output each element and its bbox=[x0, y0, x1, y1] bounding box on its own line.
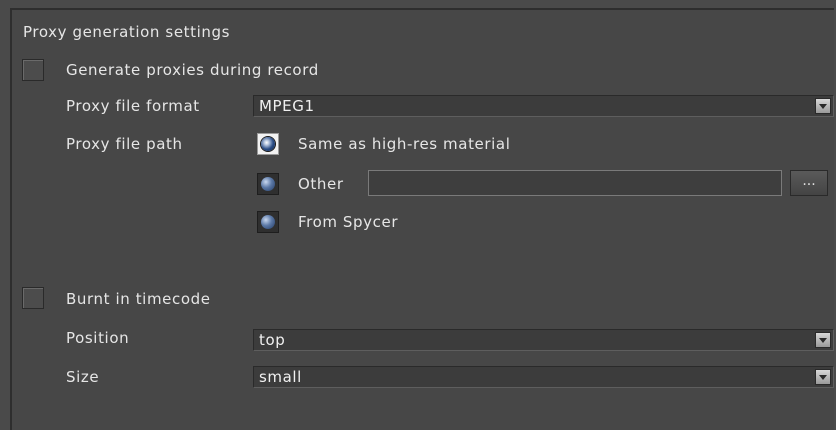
size-dropdown[interactable]: small bbox=[253, 366, 834, 388]
position-label: Position bbox=[66, 329, 130, 347]
radio-selected-icon bbox=[261, 137, 275, 151]
position-dropdown[interactable]: top bbox=[253, 329, 834, 351]
generate-proxies-label: Generate proxies during record bbox=[66, 61, 319, 79]
proxy-file-path-label: Proxy file path bbox=[66, 135, 183, 153]
burnt-in-timecode-label: Burnt in timecode bbox=[66, 290, 211, 308]
section-title: Proxy generation settings bbox=[23, 23, 231, 41]
radio-same-as-high-res[interactable] bbox=[257, 133, 279, 155]
proxy-file-format-label: Proxy file format bbox=[66, 97, 200, 115]
chevron-down-icon[interactable] bbox=[815, 369, 831, 385]
size-value: small bbox=[259, 368, 302, 386]
radio-from-spycer-label: From Spycer bbox=[298, 213, 399, 231]
radio-same-as-high-res-label: Same as high-res material bbox=[298, 135, 511, 153]
radio-other-label: Other bbox=[298, 175, 344, 193]
proxy-file-format-dropdown[interactable]: MPEG1 bbox=[253, 95, 834, 117]
burnt-in-timecode-checkbox[interactable] bbox=[22, 287, 44, 309]
other-path-input[interactable] bbox=[368, 170, 782, 196]
radio-unselected-icon bbox=[261, 177, 275, 191]
chevron-down-icon[interactable] bbox=[815, 98, 831, 114]
radio-unselected-icon bbox=[261, 215, 275, 229]
browse-button[interactable]: ... bbox=[790, 170, 828, 196]
position-value: top bbox=[259, 331, 286, 349]
proxy-file-format-value: MPEG1 bbox=[259, 97, 315, 115]
chevron-down-icon[interactable] bbox=[815, 332, 831, 348]
size-label: Size bbox=[66, 368, 100, 386]
radio-from-spycer[interactable] bbox=[257, 211, 279, 233]
generate-proxies-checkbox[interactable] bbox=[22, 59, 44, 81]
radio-other[interactable] bbox=[257, 173, 279, 195]
